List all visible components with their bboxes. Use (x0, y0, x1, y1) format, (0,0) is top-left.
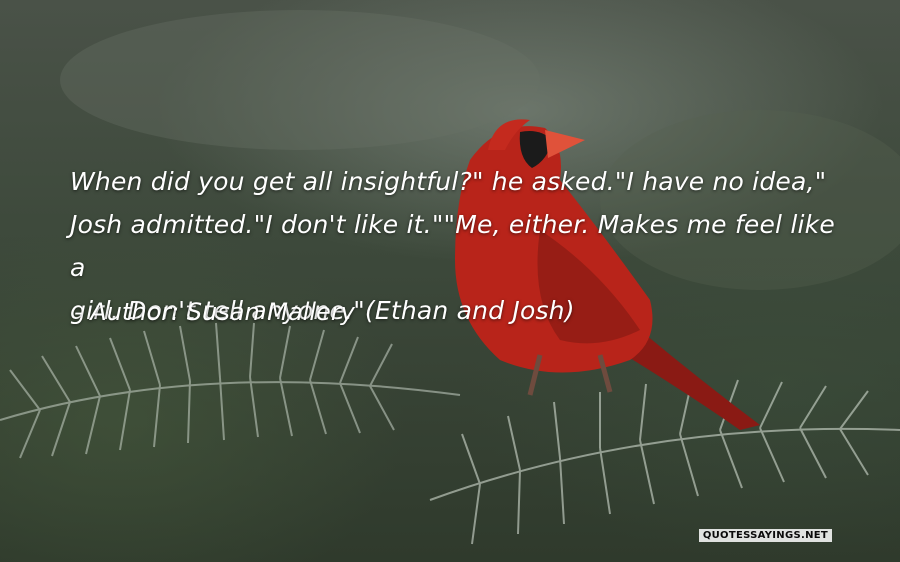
background-blur (60, 10, 540, 150)
quote-image: When did you get all insightful?" he ask… (0, 0, 900, 562)
quote-line-1: When did you get all insightful?" he ask… (70, 167, 827, 196)
site-watermark: QUOTESSAYINGS.NET (698, 529, 832, 542)
pine-branch-right (429, 379, 900, 545)
author-attribution: - Author: Susan Mallery (74, 298, 355, 326)
pine-branch-left (0, 322, 461, 459)
quote-line-2: Josh admitted."I don't like it.""Me, eit… (70, 210, 835, 282)
